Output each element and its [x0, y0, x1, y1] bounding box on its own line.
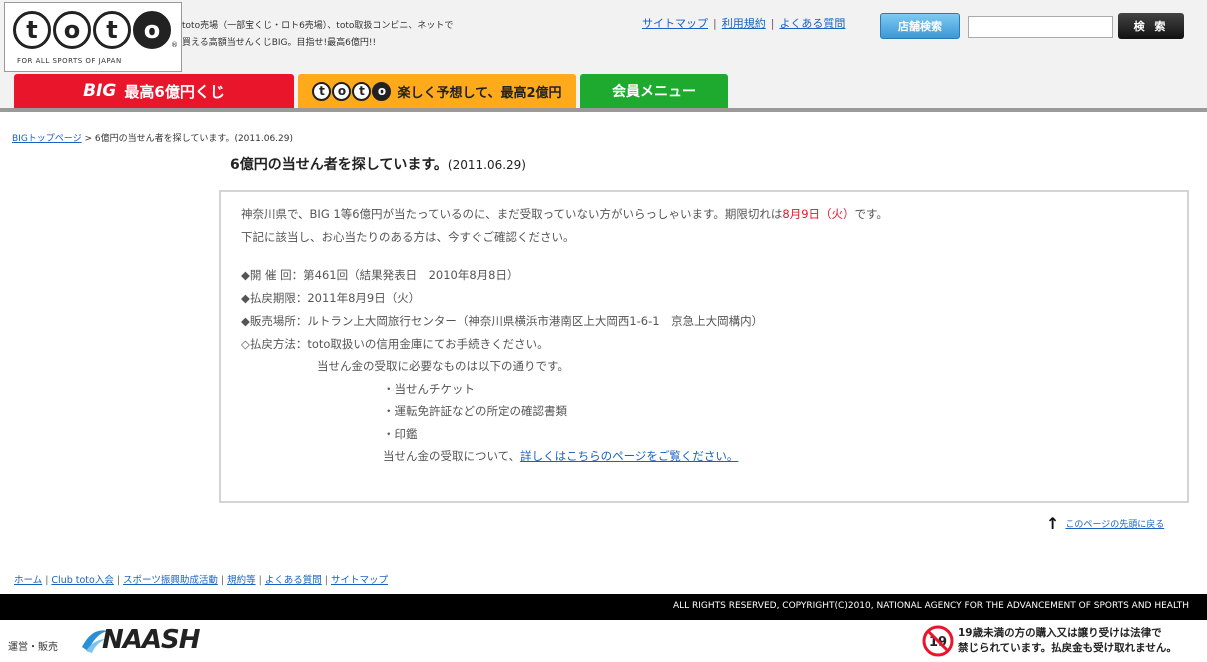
back-to-top-link[interactable]: このページの先頭に戻る — [1065, 517, 1164, 530]
breadcrumb: BIGトップページ > 6億円の当せん者を探しています。(2011.06.29) — [12, 131, 293, 144]
more-info-line: 当せん金の受取について、詳しくはこちらのページをご覧ください。 — [383, 448, 738, 464]
age-restriction-icon: 19 — [922, 625, 954, 657]
breadcrumb-separator: > — [81, 134, 95, 144]
logo-letter: o — [53, 11, 91, 49]
logo-letters: t o t o — [13, 11, 171, 49]
back-to-top[interactable]: ↑ このページの先頭に戻る — [1046, 514, 1164, 533]
footer-links: ホーム | Club toto入会 | スポーツ振興助成活動 | 規約等 | よくある質問 | サイ… — [14, 572, 388, 586]
naash-logo-text: NAASH — [102, 625, 200, 655]
intro-line-2: 下記に該当し、お心当たりのある方は、今すぐご確認ください。 — [241, 230, 575, 244]
page-title-text: 6億円の当せん者を探しています。 — [230, 157, 448, 173]
logo-tagline: FOR ALL SPORTS OF JAPAN — [17, 57, 122, 65]
copyright-text: ALL RIGHTS RESERVED, COPYRIGHT(C)2010, N… — [672, 601, 1189, 611]
requirement-item: ・運転免許証などの所定の確認書類 — [383, 404, 567, 418]
intro-text-end: です。 — [854, 207, 888, 221]
footer-link-club-toto[interactable]: Club toto入会 — [51, 575, 113, 586]
toto-logo[interactable]: t o t o ® FOR ALL SPORTS OF JAPAN — [4, 2, 182, 72]
article-box: 神奈川県で、BIG 1等6億円が当たっているのに、まだ受取っていない方がいらっし… — [219, 190, 1189, 503]
toto-mini-logo: t o t o — [312, 81, 392, 101]
detail-location: ◆販売場所：ルトラン上大岡旅行センター（神奈川県横浜市港南区上大岡西1-6-1 … — [241, 314, 764, 328]
header-description-line: toto売場（一部宝くじ・ロト6売場）、toto取扱コンビニ、ネットで — [182, 21, 454, 31]
logo-letter: t — [312, 81, 332, 101]
page-title: 6億円の当せん者を探しています。(2011.06.29) — [230, 154, 526, 174]
breadcrumb-current: 6億円の当せん者を探しています。(2011.06.29) — [94, 134, 294, 144]
logo-letter: t — [93, 11, 131, 49]
search-input[interactable] — [968, 16, 1113, 38]
header-divider — [0, 108, 1207, 112]
site-header: t o t o ® FOR ALL SPORTS OF JAPAN toto売場… — [0, 0, 1207, 108]
tab-toto-label: 楽しく予想して、最高2億円 — [397, 85, 562, 101]
logo-letter: o — [372, 81, 392, 101]
footer-bar: ALL RIGHTS RESERVED, COPYRIGHT(C)2010, N… — [0, 594, 1207, 620]
store-search-button[interactable]: 店舗検索 — [880, 13, 960, 39]
faq-link[interactable]: よくある質問 — [779, 17, 845, 30]
page-title-date: (2011.06.29) — [447, 158, 526, 172]
top-links: サイトマップ | 利用規約 | よくある質問 — [642, 15, 845, 31]
intro-line: 神奈川県で、BIG 1等6億円が当たっているのに、まだ受取っていない方がいらっし… — [241, 206, 888, 222]
footer-link-sitemap[interactable]: サイトマップ — [331, 575, 388, 586]
breadcrumb-home-link[interactable]: BIGトップページ — [12, 134, 82, 144]
header-description-line: 買える高額当せんくじBIG。目指せ!最高6億円!! — [182, 38, 377, 48]
footer-link-terms[interactable]: 規約等 — [227, 575, 256, 586]
link-separator: | — [220, 575, 225, 586]
tab-big[interactable]: BIG 最高6億円くじ — [14, 74, 294, 108]
more-info-link[interactable]: 詳しくはこちらのページをご覧ください。 — [520, 449, 738, 463]
age-warning-line: 禁じられています。払戻金も受け取れません。 — [958, 642, 1177, 654]
link-separator: | — [45, 575, 49, 586]
requirements-intro: 当せん金の受取に必要なものは以下の通りです。 — [317, 359, 569, 373]
detail-deadline: ◆払戻期限：2011年8月9日（火） — [241, 291, 421, 305]
terms-link[interactable]: 利用規約 — [722, 17, 766, 30]
tab-toto[interactable]: t o t o 楽しく予想して、最高2億円 — [298, 74, 576, 108]
search-button[interactable]: 検 索 — [1118, 13, 1184, 39]
logo-letter: t — [352, 81, 372, 101]
age-warning: 19歳未満の方の購入又は譲り受けは法律で 禁じられています。払戻金も受け取れませ… — [958, 626, 1177, 656]
age-warning-line: 19歳未満の方の購入又は譲り受けは法律で — [958, 627, 1162, 639]
operator-label: 運営・販売 — [8, 642, 58, 653]
arrow-up-icon: ↑ — [1046, 514, 1060, 533]
naash-logo[interactable]: NAASH — [80, 623, 310, 659]
deadline-highlight: 8月9日（火） — [782, 207, 855, 221]
requirement-item: ・印鑑 — [383, 427, 418, 441]
sitemap-link[interactable]: サイトマップ — [642, 17, 708, 30]
logo-letter: t — [13, 11, 51, 49]
link-separator: | — [116, 575, 121, 586]
link-separator: | — [770, 17, 775, 30]
header-description: toto売場（一部宝くじ・ロト6売場）、toto取扱コンビニ、ネットで 買える高… — [182, 18, 522, 52]
requirement-item: ・当せんチケット — [383, 382, 475, 396]
intro-text: 神奈川県で、BIG 1等6億円が当たっているのに、まだ受取っていない方がいらっし… — [241, 207, 783, 221]
link-separator: | — [324, 575, 328, 586]
link-separator: | — [258, 575, 262, 586]
footer-link-home[interactable]: ホーム — [14, 575, 42, 586]
logo-letter: o — [133, 11, 171, 49]
logo-letter: o — [332, 81, 352, 101]
tab-big-label: 最高6億円くじ — [124, 82, 225, 101]
footer-link-faq[interactable]: よくある質問 — [265, 575, 322, 586]
footer-link-sports-grants[interactable]: スポーツ振興助成活動 — [123, 575, 218, 586]
big-logo: BIG — [83, 81, 117, 101]
link-separator: | — [713, 17, 717, 30]
tab-member-menu[interactable]: 会員メニュー — [580, 74, 728, 108]
detail-round: ◆開 催 回：第461回（結果発表日 2010年8月8日） — [241, 268, 519, 282]
more-info-text: 当せん金の受取について、 — [383, 449, 521, 463]
detail-method: ◇払戻方法：toto取扱いの信用金庫にてお手続きください。 — [241, 337, 549, 351]
registered-mark-icon: ® — [171, 41, 178, 49]
